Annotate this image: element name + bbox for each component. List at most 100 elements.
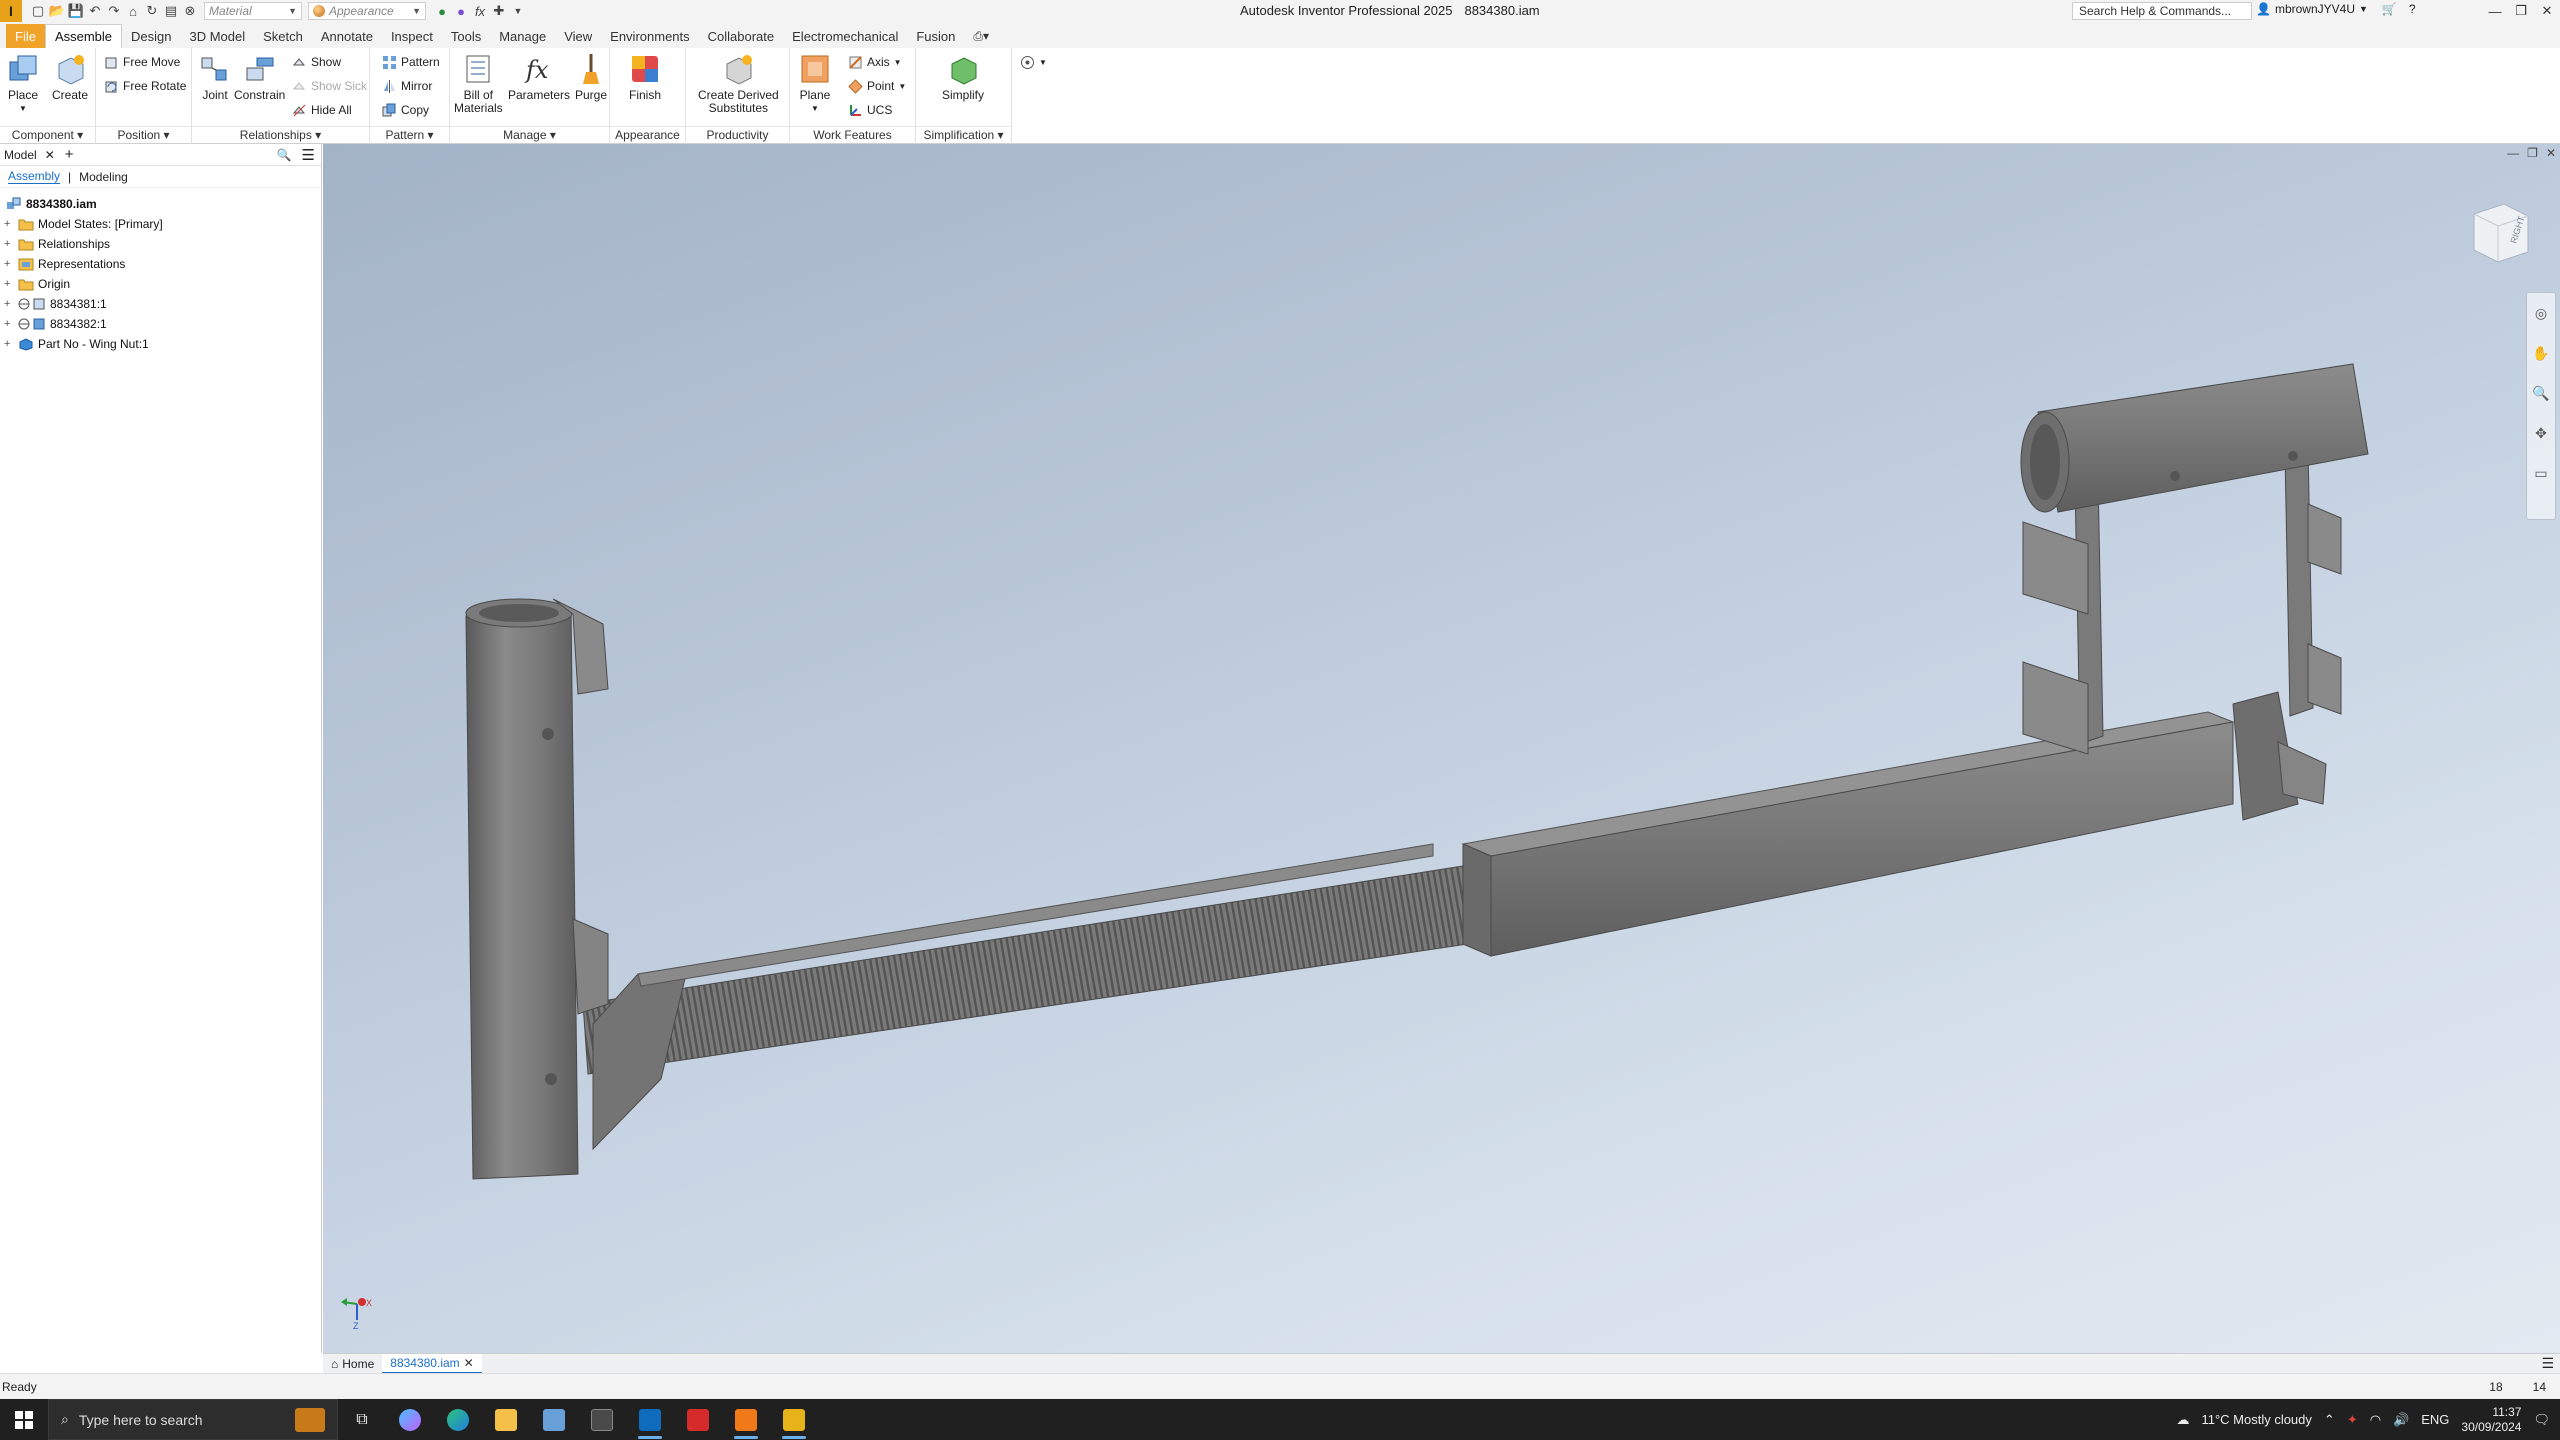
expand-icon[interactable]: + (4, 318, 16, 330)
tab-file[interactable]: File (6, 24, 45, 48)
camera-dropdown-icon[interactable]: ⎙▾ (964, 24, 998, 48)
simplification-panel-title[interactable]: Simplification ▾ (916, 126, 1011, 142)
update-icon[interactable]: ↻ (144, 3, 160, 19)
help-icon[interactable]: ? (2409, 2, 2416, 16)
search-help-input[interactable]: Search Help & Commands... (2072, 2, 2252, 20)
tree-node-relationships[interactable]: + Relationships (0, 234, 321, 254)
edge-icon[interactable] (434, 1399, 482, 1440)
close-icon[interactable]: ✕ (2534, 0, 2560, 22)
assembly-model[interactable] (323, 144, 2560, 1353)
create-derived-substitutes-button[interactable]: Create Derived Substitutes (698, 52, 779, 115)
mirror-button[interactable]: Mirror (382, 76, 432, 96)
component-panel-title[interactable]: Component ▾ (0, 126, 95, 142)
steering-wheel-icon[interactable]: ◎ (2527, 293, 2555, 333)
browser-tab-model[interactable]: Model ✕ (4, 148, 55, 162)
look-at-icon[interactable]: ▭ (2527, 453, 2555, 493)
constrain-button[interactable]: Constrain (234, 52, 285, 102)
zoom-icon[interactable]: 🔍 (2527, 373, 2555, 413)
network-icon[interactable]: ◠ (2370, 1412, 2381, 1428)
inventor-logo[interactable]: I (0, 0, 22, 22)
outlook-icon[interactable] (626, 1399, 674, 1440)
tree-node-model-states[interactable]: + Model States: [Primary] (0, 214, 321, 234)
fx-icon[interactable]: fx (472, 3, 488, 19)
notifications-icon[interactable]: 🗨 (2533, 1412, 2550, 1428)
tray-app-icon[interactable]: ✦ (2347, 1412, 2358, 1428)
weather-text[interactable]: 11°C Mostly cloudy (2201, 1412, 2311, 1427)
ucs-button[interactable]: UCS (848, 100, 892, 120)
tray-overflow-icon[interactable]: ⌃ (2324, 1412, 2335, 1428)
tab-manage[interactable]: Manage (490, 24, 555, 48)
select-icon[interactable]: ▤ (163, 3, 179, 19)
add-browser-tab-icon[interactable]: + (65, 146, 74, 163)
clear-appearance-icon[interactable]: ● (453, 3, 469, 19)
tree-node-representations[interactable]: + Representations (0, 254, 321, 274)
joint-button[interactable]: Joint (198, 52, 232, 102)
expand-icon[interactable]: + (4, 298, 16, 310)
restore-icon[interactable]: ❐ (2508, 0, 2534, 22)
file-explorer-icon[interactable] (482, 1399, 530, 1440)
manage-panel-title[interactable]: Manage ▾ (450, 126, 609, 142)
axis-button[interactable]: Axis ▼ (848, 52, 902, 72)
tab-assemble[interactable]: Assemble (44, 24, 123, 48)
tree-node-part-2[interactable]: + 8834382:1 (0, 314, 321, 334)
copilot-icon[interactable] (386, 1399, 434, 1440)
clock[interactable]: 11:37 30/09/2024 (2461, 1405, 2521, 1435)
tab-design[interactable]: Design (122, 24, 180, 48)
tab-annotate[interactable]: Annotate (312, 24, 382, 48)
free-move-button[interactable]: Free Move (104, 52, 180, 72)
show-button[interactable]: Show (292, 52, 341, 72)
tab-collaborate[interactable]: Collaborate (699, 24, 784, 48)
customize-icon[interactable]: ▼ (510, 3, 526, 19)
orbit-icon[interactable]: ✥ (2527, 413, 2555, 453)
doc-tabs-menu-icon[interactable]: ☰ (2541, 1355, 2554, 1372)
tab-sketch[interactable]: Sketch (254, 24, 312, 48)
undo-icon[interactable]: ↶ (87, 3, 103, 19)
subtab-assembly[interactable]: Assembly (8, 169, 61, 184)
tree-node-origin[interactable]: + Origin (0, 274, 321, 294)
pattern-button[interactable]: Pattern (382, 52, 440, 72)
tab-3d-model[interactable]: 3D Model (181, 24, 255, 48)
ribbon-options-icon[interactable]: ▼ (1020, 52, 1047, 72)
subtab-modeling[interactable]: Modeling (79, 170, 128, 184)
task-view-icon[interactable]: ⧉ (338, 1399, 386, 1440)
graphics-viewport[interactable]: — ❐ ✕ RIGHT ◎ ✋ 🔍 ✥ ▭ X Z (323, 144, 2560, 1353)
expand-icon[interactable]: + (4, 218, 16, 230)
plus-icon[interactable]: ✚ (491, 3, 507, 19)
tab-fusion[interactable]: Fusion (907, 24, 964, 48)
volume-icon[interactable]: 🔊 (2393, 1412, 2409, 1428)
view-cube[interactable]: RIGHT (2464, 196, 2534, 266)
home-icon[interactable]: ⌂ (125, 3, 141, 19)
notepad-icon[interactable] (530, 1399, 578, 1440)
taskbar-search-input[interactable]: ⌕ Type here to search (48, 1399, 338, 1440)
tree-node-wing-nut[interactable]: + Part No - Wing Nut:1 (0, 334, 321, 354)
tab-environments[interactable]: Environments (601, 24, 698, 48)
position-panel-title[interactable]: Position ▾ (96, 126, 191, 142)
browser-search-icon[interactable]: 🔍 (277, 148, 292, 162)
tree-root[interactable]: 8834380.iam (0, 194, 321, 214)
hide-all-button[interactable]: Hide All (292, 100, 352, 120)
calculator-icon[interactable] (578, 1399, 626, 1440)
tab-tools[interactable]: Tools (442, 24, 490, 48)
language-indicator[interactable]: ENG (2421, 1412, 2449, 1427)
doc-tab-home[interactable]: ⌂ Home (323, 1354, 382, 1374)
fusion-app-icon[interactable] (722, 1399, 770, 1440)
parameters-button[interactable]: fx Parameters (508, 52, 570, 102)
point-button[interactable]: Point ▼ (848, 76, 906, 96)
minimize-icon[interactable]: — (2482, 0, 2508, 22)
expand-icon[interactable]: + (4, 338, 16, 350)
expand-icon[interactable]: + (4, 278, 16, 290)
pattern-panel-title[interactable]: Pattern ▾ (370, 126, 449, 142)
tab-view[interactable]: View (555, 24, 601, 48)
open-file-icon[interactable]: 📂 (49, 3, 65, 19)
clear-override-icon[interactable]: ⊗ (182, 3, 198, 19)
show-sick-button[interactable]: Show Sick (292, 76, 367, 96)
cart-icon[interactable]: 🛒 (2382, 2, 2397, 16)
adjust-appearance-icon[interactable]: ● (434, 3, 450, 19)
tab-electromechanical[interactable]: Electromechanical (783, 24, 907, 48)
user-account[interactable]: 👤 mbrownJYV4U ▼ 🛒 ? (2256, 2, 2416, 16)
browser-menu-icon[interactable]: ☰ (302, 146, 315, 164)
expand-icon[interactable]: + (4, 258, 16, 270)
plane-button[interactable]: Plane ▼ (798, 52, 832, 115)
save-icon[interactable]: 💾 (68, 3, 84, 19)
pan-hand-icon[interactable]: ✋ (2527, 333, 2555, 373)
